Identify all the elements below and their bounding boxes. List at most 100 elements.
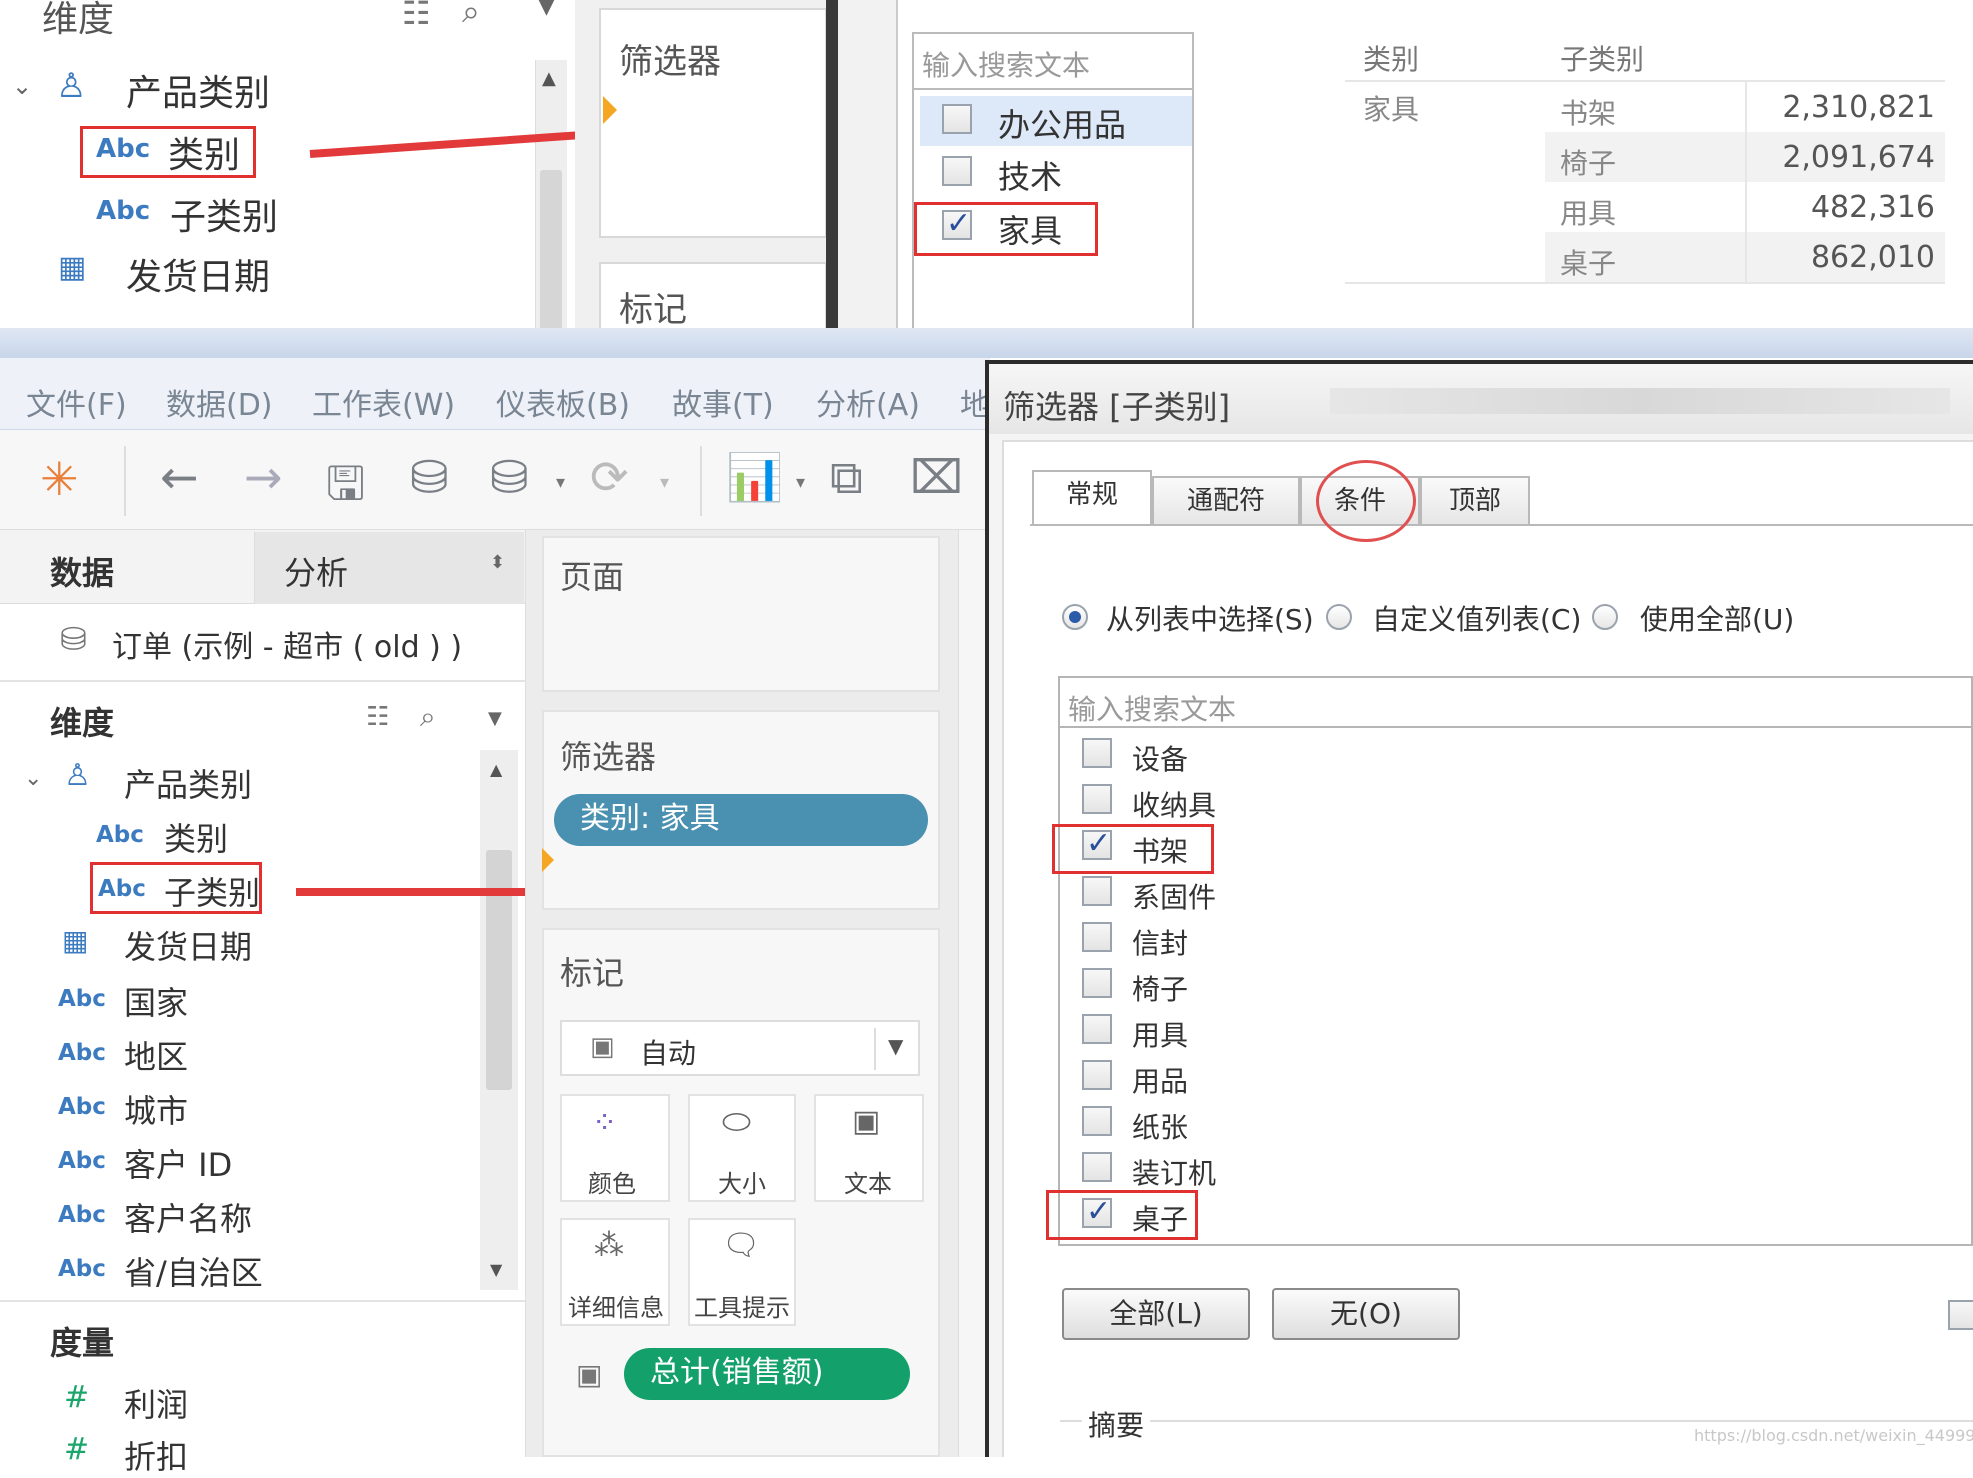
measure-discount[interactable]: 折扣 xyxy=(124,1432,188,1478)
datasource-name[interactable]: 订单 (示例 - 超市 ( old ) ) xyxy=(112,622,462,666)
mark-color-button[interactable]: ⁘ 颜色 xyxy=(560,1094,670,1202)
radio-custom-list[interactable] xyxy=(1326,604,1352,630)
checkbox-envelopes[interactable] xyxy=(1082,922,1112,952)
chevron-down-icon[interactable]: ⌄ xyxy=(12,72,32,100)
search-icon[interactable]: ⌕ xyxy=(420,700,436,734)
dim-subcategory[interactable]: 子类别 xyxy=(164,868,260,914)
duplicate-icon[interactable]: ⧉ xyxy=(830,450,863,506)
chevron-down-icon[interactable]: ▼ xyxy=(538,0,555,19)
chevron-down-icon[interactable]: ▾ xyxy=(660,472,669,493)
menu-analysis[interactable]: 分析(A) xyxy=(816,380,920,424)
list-item-supplies[interactable]: 用品 xyxy=(1132,1060,1188,1100)
checkbox-equipment[interactable] xyxy=(1082,738,1112,768)
forward-icon[interactable]: → xyxy=(244,450,283,504)
dimensions-scrollbar[interactable]: ▲ ▼ xyxy=(480,750,518,1290)
list-item-envelopes[interactable]: 信封 xyxy=(1132,922,1188,962)
tab-top[interactable]: 顶部 xyxy=(1420,476,1530,524)
radio-use-all[interactable] xyxy=(1592,604,1618,630)
list-item-office[interactable]: 办公用品 xyxy=(998,100,1126,146)
checkbox-supplies[interactable] xyxy=(1082,1060,1112,1090)
checkbox-tech[interactable] xyxy=(942,156,972,186)
save-icon[interactable]: 🖫 xyxy=(326,450,365,528)
filter-search-input[interactable]: 输入搜索文本 xyxy=(922,44,1090,84)
search-icon[interactable]: ⌕ xyxy=(462,0,480,31)
sort-icon[interactable]: ⬍ xyxy=(490,552,505,573)
list-item-storage[interactable]: 收纳具 xyxy=(1132,784,1216,824)
radio-select-from-list[interactable] xyxy=(1062,604,1088,630)
chevron-down-icon[interactable]: ▼ xyxy=(488,708,502,729)
dim-ship-date[interactable]: 发货日期 xyxy=(126,248,270,300)
grid-icon[interactable]: ☷ xyxy=(402,0,431,32)
new-datasource-icon[interactable]: ⛁ xyxy=(410,450,449,504)
mark-detail-button[interactable]: ⁂ 详细信息 xyxy=(560,1218,670,1326)
dim-subcategory[interactable]: 子类别 xyxy=(170,188,278,240)
checkbox-fasteners[interactable] xyxy=(1082,876,1112,906)
scrollbar[interactable]: ▲ xyxy=(535,60,567,330)
list-item-chairs[interactable]: 椅子 xyxy=(1132,968,1188,1008)
select-none-button[interactable]: 无(O) xyxy=(1272,1288,1460,1340)
scroll-up-icon[interactable]: ▲ xyxy=(490,760,502,779)
checkbox-appliances[interactable] xyxy=(1082,1014,1112,1044)
scroll-up-icon[interactable]: ▲ xyxy=(542,68,556,89)
menu-worksheet[interactable]: 工作表(W) xyxy=(312,380,455,424)
tab-wildcard[interactable]: 通配符 xyxy=(1152,476,1300,524)
filter-pill-category[interactable]: 类别: 家具 xyxy=(554,794,928,846)
list-item-tables[interactable]: 桌子 xyxy=(1132,1198,1188,1238)
checkbox-office[interactable] xyxy=(942,104,972,134)
list-item-equipment[interactable]: 设备 xyxy=(1132,738,1188,778)
dim-city[interactable]: 城市 xyxy=(124,1086,188,1132)
refresh-icon[interactable]: ⟳ xyxy=(590,450,629,504)
mark-type-dropdown[interactable]: ▣ 自动 ▼ xyxy=(560,1020,920,1076)
mark-text-button[interactable]: ▣ 文本 xyxy=(814,1094,924,1202)
checkbox-exclude[interactable] xyxy=(1948,1300,1973,1330)
checkbox-binders[interactable] xyxy=(1082,1152,1112,1182)
mark-size-button[interactable]: ⬭ 大小 xyxy=(688,1094,796,1202)
scroll-down-icon[interactable]: ▼ xyxy=(490,1260,502,1279)
dim-customer-name[interactable]: 客户名称 xyxy=(124,1194,252,1240)
dim-customer-id[interactable]: 客户 ID xyxy=(124,1140,232,1186)
menu-story[interactable]: 故事(T) xyxy=(672,380,774,424)
dim-region[interactable]: 地区 xyxy=(124,1032,188,1078)
list-item-bookcase[interactable]: 书架 xyxy=(1132,830,1188,870)
chevron-down-icon[interactable]: ▾ xyxy=(796,472,805,493)
new-worksheet-icon[interactable]: 📊 xyxy=(726,450,783,505)
radio-use-all-label[interactable]: 使用全部(U) xyxy=(1640,598,1794,638)
checkbox-chairs[interactable] xyxy=(1082,968,1112,998)
tree-group-label[interactable]: 产品类别 xyxy=(126,64,270,116)
dim-ship-date[interactable]: 发货日期 xyxy=(124,922,252,968)
tab-data[interactable]: 数据 xyxy=(50,548,114,594)
radio-select-from-list-label[interactable]: 从列表中选择(S) xyxy=(1106,598,1314,638)
list-item-fasteners[interactable]: 系固件 xyxy=(1132,876,1216,916)
pause-datasource-icon[interactable]: ⛁ xyxy=(490,450,529,504)
checkbox-bookcase[interactable] xyxy=(1082,826,1112,861)
tableau-logo-icon[interactable]: ✳ xyxy=(40,452,79,506)
checkbox-paper[interactable] xyxy=(1082,1106,1112,1136)
list-item-furniture[interactable]: 家具 xyxy=(998,206,1062,252)
radio-custom-list-label[interactable]: 自定义值列表(C) xyxy=(1372,598,1581,638)
values-search-input[interactable]: 输入搜索文本 xyxy=(1068,688,1236,728)
back-icon[interactable]: ← xyxy=(160,450,199,504)
tab-general[interactable]: 常规 xyxy=(1032,470,1152,526)
menu-data[interactable]: 数据(D) xyxy=(166,380,273,424)
list-item-paper[interactable]: 纸张 xyxy=(1132,1106,1188,1146)
checkbox-storage[interactable] xyxy=(1082,784,1112,814)
scroll-thumb[interactable] xyxy=(540,170,562,330)
dim-category[interactable]: 类别 xyxy=(168,126,240,178)
list-item-appliances[interactable]: 用具 xyxy=(1132,1014,1188,1054)
tab-analysis[interactable]: 分析 xyxy=(284,548,348,594)
list-item-binders[interactable]: 装订机 xyxy=(1132,1152,1216,1192)
grid-icon[interactable]: ☷ xyxy=(366,702,389,732)
dim-province[interactable]: 省/自治区 xyxy=(124,1248,263,1294)
list-item-tech[interactable]: 技术 xyxy=(998,152,1062,198)
dim-category[interactable]: 类别 xyxy=(164,814,228,860)
filters-shelf[interactable]: 筛选器 xyxy=(599,8,827,238)
clear-sheet-icon[interactable]: ⌧ xyxy=(910,450,963,504)
dim-country[interactable]: 国家 xyxy=(124,978,188,1024)
mark-tooltip-button[interactable]: 🗨 工具提示 xyxy=(688,1218,796,1326)
chevron-down-icon[interactable]: ▾ xyxy=(556,472,565,493)
scroll-thumb[interactable] xyxy=(486,850,512,1090)
menu-file[interactable]: 文件(F) xyxy=(26,380,127,424)
menu-dashboard[interactable]: 仪表板(B) xyxy=(496,380,630,424)
chevron-down-icon[interactable]: ⌄ xyxy=(24,766,42,791)
checkbox-furniture[interactable] xyxy=(942,206,972,241)
